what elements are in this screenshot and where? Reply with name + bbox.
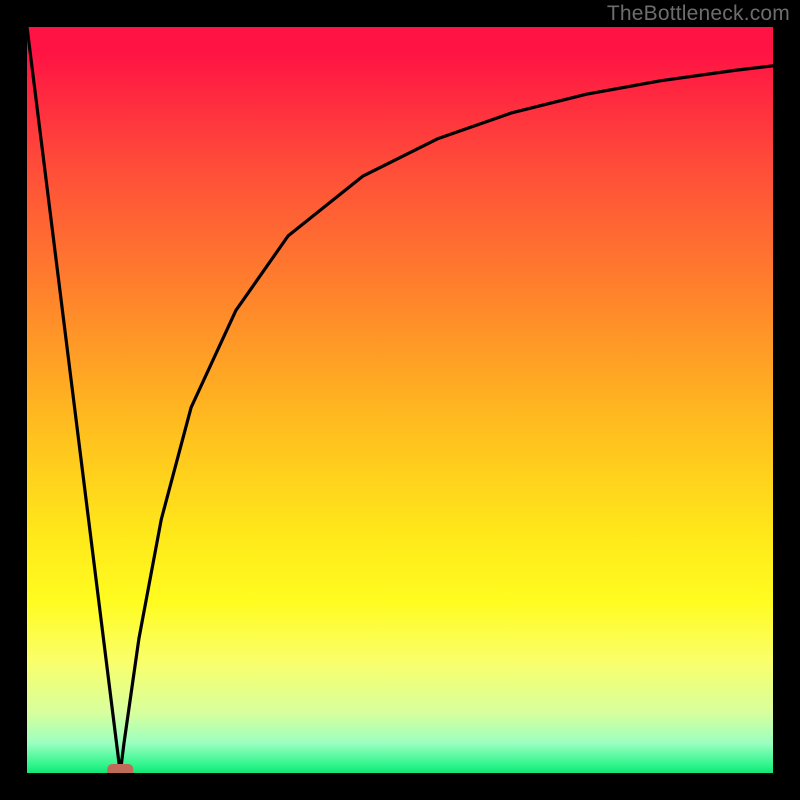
- chart-curve: [27, 27, 773, 773]
- chart-frame: TheBottleneck.com: [0, 0, 800, 800]
- chart-plot-area: [27, 27, 773, 773]
- watermark-text: TheBottleneck.com: [607, 2, 790, 26]
- chart-curve-svg: [27, 27, 773, 773]
- optimum-marker: [107, 764, 133, 773]
- bottleneck-curve-path: [27, 27, 773, 773]
